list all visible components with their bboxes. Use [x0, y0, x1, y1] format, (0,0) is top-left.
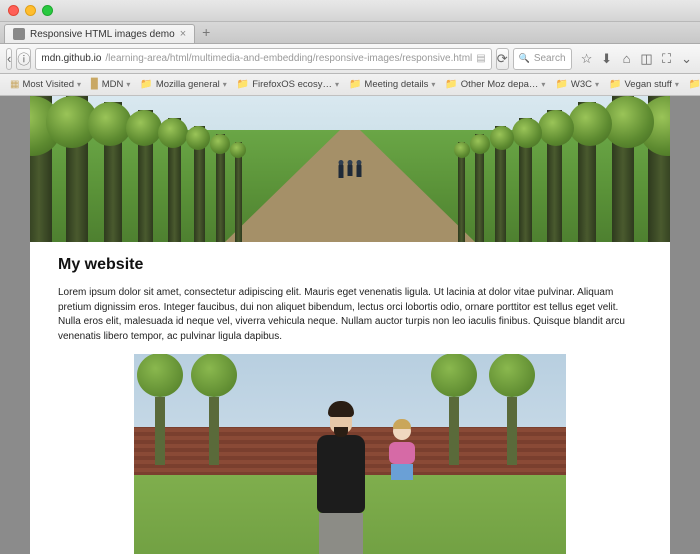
url-path: /learning-area/html/multimedia-and-embed… — [105, 53, 472, 64]
download-icon[interactable]: ⬇ — [600, 51, 614, 67]
tab-strip: Responsive HTML images demo × + — [0, 22, 700, 44]
chevron-down-icon: ▾ — [541, 80, 545, 89]
bookmark-w3c[interactable]: 📁W3C▾ — [551, 77, 603, 92]
intro-paragraph: Lorem ipsum dolor sit amet, consectetur … — [58, 286, 642, 344]
folder-icon: ▦ — [10, 79, 19, 90]
favicon-icon — [13, 28, 25, 40]
window-titlebar — [0, 0, 700, 22]
folder-icon: 📁 — [237, 79, 249, 90]
info-button[interactable]: ⓘ — [16, 48, 31, 70]
chevron-down-icon: ▾ — [335, 80, 339, 89]
folder-icon: 📁 — [140, 79, 152, 90]
search-icon: 🔍 — [519, 53, 530, 64]
bookmark-meeting[interactable]: 📁Meeting details▾ — [345, 77, 439, 92]
bookmark-vegan[interactable]: 📁Vegan stuff▾ — [605, 77, 683, 92]
folder-icon: 📁 — [609, 79, 621, 90]
bookmark-games[interactable]: 📁Games▾ — [685, 77, 700, 92]
chevron-down-icon: ▾ — [431, 80, 435, 89]
url-domain: mdn.github.io — [41, 53, 101, 64]
url-bar[interactable]: mdn.github.io /learning-area/html/multim… — [35, 48, 491, 70]
browser-tab-active[interactable]: Responsive HTML images demo × — [4, 24, 195, 43]
reader-mode-icon[interactable]: ▤ — [476, 53, 485, 64]
home-icon[interactable]: ⌂ — [620, 51, 634, 67]
minimize-window-button[interactable] — [25, 5, 36, 16]
close-tab-icon[interactable]: × — [180, 28, 186, 40]
navigation-toolbar: ‹ ⓘ mdn.github.io /learning-area/html/mu… — [0, 44, 700, 74]
bookmarks-bar: ▦Most Visited▾ ▉MDN▾ 📁Mozilla general▾ 📁… — [0, 74, 700, 96]
hero-image — [30, 96, 670, 242]
bookmark-mdn[interactable]: ▉MDN▾ — [87, 77, 134, 92]
shade-icon[interactable]: ⛶ — [660, 51, 674, 67]
folder-icon: 📁 — [445, 79, 457, 90]
bookmark-mozilla-general[interactable]: 📁Mozilla general▾ — [136, 77, 230, 92]
star-icon[interactable]: ☆ — [580, 51, 594, 67]
folder-icon: 📁 — [689, 79, 700, 90]
search-placeholder: Search — [534, 53, 566, 64]
bookmark-most-visited[interactable]: ▦Most Visited▾ — [6, 77, 85, 92]
page-title: My website — [58, 256, 642, 274]
traffic-lights — [8, 5, 53, 16]
folder-icon: ▉ — [91, 79, 99, 90]
bookmark-firefoxos[interactable]: 📁FirefoxOS ecosy…▾ — [233, 77, 343, 92]
reload-button[interactable]: ⟳ — [496, 48, 509, 70]
folder-icon: 📁 — [349, 79, 361, 90]
chevron-down-icon: ▾ — [595, 80, 599, 89]
chevron-down-icon: ▾ — [77, 80, 81, 89]
article-image — [134, 354, 566, 554]
chevron-down-icon: ▾ — [223, 80, 227, 89]
close-window-button[interactable] — [8, 5, 19, 16]
pocket-icon[interactable]: ⌄ — [680, 51, 694, 67]
chevron-down-icon: ▾ — [675, 80, 679, 89]
page-content: My website Lorem ipsum dolor sit amet, c… — [30, 96, 670, 554]
tab-title: Responsive HTML images demo — [30, 29, 175, 40]
cube-icon[interactable]: ◫ — [640, 51, 654, 67]
zoom-window-button[interactable] — [42, 5, 53, 16]
folder-icon: 📁 — [555, 79, 567, 90]
chevron-down-icon: ▾ — [126, 80, 130, 89]
toolbar-actions: ☆ ⬇ ⌂ ◫ ⛶ ⌄ ≡ — [576, 51, 700, 67]
bookmark-other-moz[interactable]: 📁Other Moz depa…▾ — [441, 77, 549, 92]
back-button[interactable]: ‹ — [6, 48, 12, 70]
search-bar[interactable]: 🔍 Search — [513, 48, 572, 70]
new-tab-button[interactable]: + — [195, 21, 217, 43]
browser-viewport[interactable]: My website Lorem ipsum dolor sit amet, c… — [0, 96, 700, 554]
